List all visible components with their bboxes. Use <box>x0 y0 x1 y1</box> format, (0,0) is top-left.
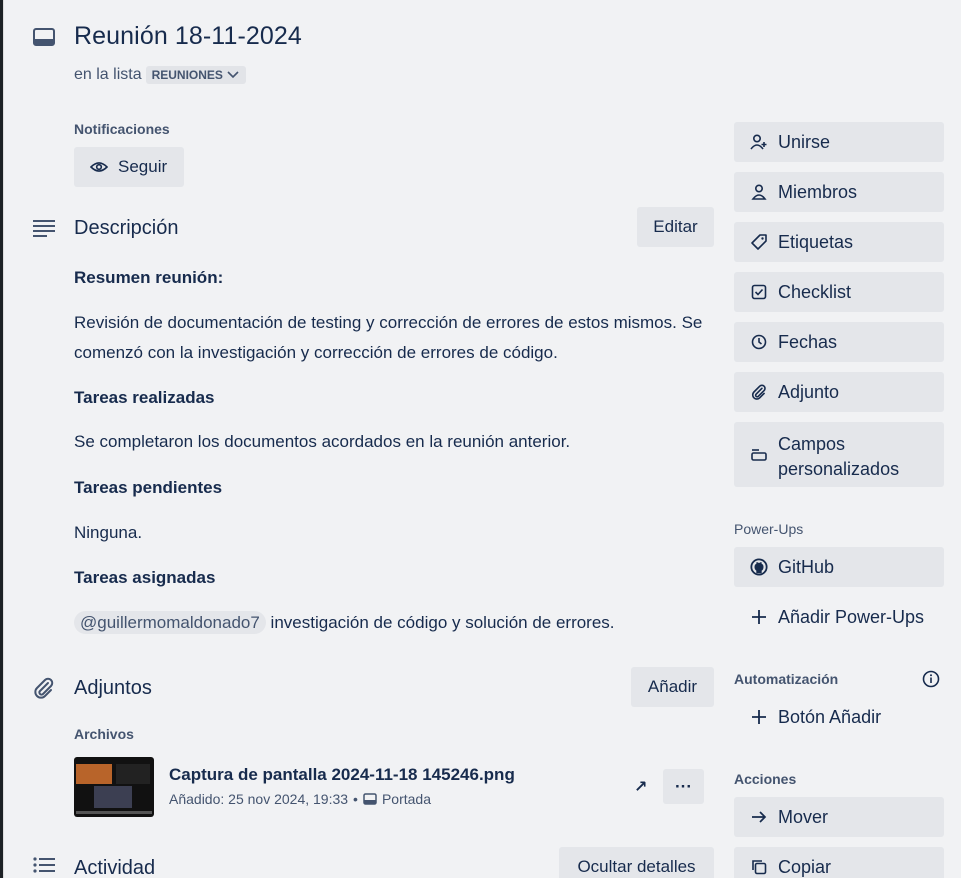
assigned-text: investigación de código y solución de er… <box>270 613 615 632</box>
custom-fields-line-2: personalizados <box>778 459 900 479</box>
paperclip-icon <box>750 383 768 401</box>
copy-icon <box>750 858 768 876</box>
attachment-meta: Añadido: 25 nov 2024, 19:33 • Portada <box>169 791 431 807</box>
custom-fields-label: Campos personalizados <box>778 432 899 482</box>
user-icon <box>750 183 768 201</box>
arrow-right-icon <box>750 808 768 826</box>
attachment-label: Adjunto <box>778 381 840 402</box>
open-external-icon[interactable]: ↗ <box>634 777 647 797</box>
labels-button[interactable]: Etiquetas <box>734 222 944 262</box>
cover-icon <box>363 793 377 805</box>
attachment-added: Añadido: 25 nov 2024, 19:33 <box>169 791 349 807</box>
copy-label: Copiar <box>778 856 832 877</box>
notifications-label: Notificaciones <box>74 121 170 137</box>
add-user-icon <box>750 133 768 151</box>
custom-fields-icon <box>750 446 768 464</box>
desc-paragraph-pending: Ninguna. <box>74 523 143 542</box>
desc-heading-assigned: Tareas asignadas <box>74 568 216 587</box>
eye-icon <box>90 161 108 173</box>
join-button[interactable]: Unirse <box>734 122 944 162</box>
attachment-thumbnail[interactable] <box>74 757 154 817</box>
add-powerups-button[interactable]: Añadir Power-Ups <box>734 597 944 637</box>
custom-fields-button[interactable]: Campos personalizados <box>734 422 944 487</box>
activity-title: Actividad <box>74 857 156 878</box>
attachments-title: Adjuntos <box>74 677 152 699</box>
chevron-down-icon <box>227 71 239 79</box>
attachment-file-name[interactable]: Captura de pantalla 2024-11-18 145246.pn… <box>169 765 515 785</box>
clock-icon <box>750 333 768 351</box>
checkbox-icon <box>750 283 768 301</box>
github-button[interactable]: GitHub <box>734 547 944 587</box>
paperclip-icon <box>32 676 56 700</box>
add-powerups-label: Añadir Power-Ups <box>778 606 925 627</box>
card-dialog: Reunión 18-11-2024 en la lista REUNIONES… <box>3 0 961 878</box>
desc-heading-summary: Resumen reunión: <box>74 268 224 287</box>
files-label: Archivos <box>74 726 134 742</box>
attachment-button[interactable]: Adjunto <box>734 372 944 412</box>
description-icon <box>32 218 56 238</box>
plus-icon <box>750 708 768 726</box>
desc-heading-pending: Tareas pendientes <box>74 478 223 497</box>
info-icon[interactable] <box>922 670 940 688</box>
dates-button[interactable]: Fechas <box>734 322 944 362</box>
attachment-more-button[interactable]: ··· <box>663 769 704 804</box>
move-button[interactable]: Mover <box>734 797 944 837</box>
card-title[interactable]: Reunión 18-11-2024 <box>74 22 302 51</box>
desc-paragraph-done: Se completaron los documentos acordados … <box>74 432 571 451</box>
description-title: Descripción <box>74 217 179 239</box>
card-icon <box>32 27 56 47</box>
list-selector[interactable]: REUNIONES <box>145 66 246 84</box>
desc-paragraph-summary: Revisión de documentación de testing y c… <box>74 313 703 362</box>
powerups-label: Power-Ups <box>734 521 804 537</box>
meta-bullet: • <box>353 791 358 807</box>
plus-icon <box>750 608 768 626</box>
follow-label: Seguir <box>118 157 168 176</box>
automation-label: Automatización <box>734 671 839 687</box>
join-label: Unirse <box>778 131 831 152</box>
in-list-prefix: en la lista <box>74 66 142 83</box>
custom-fields-line-1: Campos <box>778 434 846 454</box>
list-info: en la lista REUNIONES <box>74 66 246 84</box>
move-label: Mover <box>778 806 829 827</box>
dates-label: Fechas <box>778 331 838 352</box>
hide-details-button[interactable]: Ocultar detalles <box>559 847 714 878</box>
tag-icon <box>750 233 768 251</box>
add-button-automation[interactable]: Botón Añadir <box>734 697 944 737</box>
actions-label: Acciones <box>734 771 797 787</box>
list-name: REUNIONES <box>151 68 223 82</box>
desc-paragraph-assigned: @guillermomaldonado7 investigación de có… <box>74 608 714 638</box>
add-button-label: Botón Añadir <box>778 706 882 727</box>
add-attachment-button[interactable]: Añadir <box>631 667 714 707</box>
attachment-cover-link[interactable]: Portada <box>382 791 431 807</box>
github-label: GitHub <box>778 556 835 577</box>
checklist-button[interactable]: Checklist <box>734 272 944 312</box>
copy-button[interactable]: Copiar <box>734 847 944 878</box>
desc-heading-done: Tareas realizadas <box>74 388 215 407</box>
github-icon <box>750 558 768 576</box>
members-label: Miembros <box>778 181 858 202</box>
checklist-label: Checklist <box>778 281 852 302</box>
labels-label: Etiquetas <box>778 231 854 252</box>
members-button[interactable]: Miembros <box>734 172 944 212</box>
edit-description-button[interactable]: Editar <box>637 207 714 247</box>
activity-icon <box>32 856 56 876</box>
user-mention[interactable]: @guillermomaldonado7 <box>74 611 266 634</box>
follow-button[interactable]: Seguir <box>74 147 184 187</box>
